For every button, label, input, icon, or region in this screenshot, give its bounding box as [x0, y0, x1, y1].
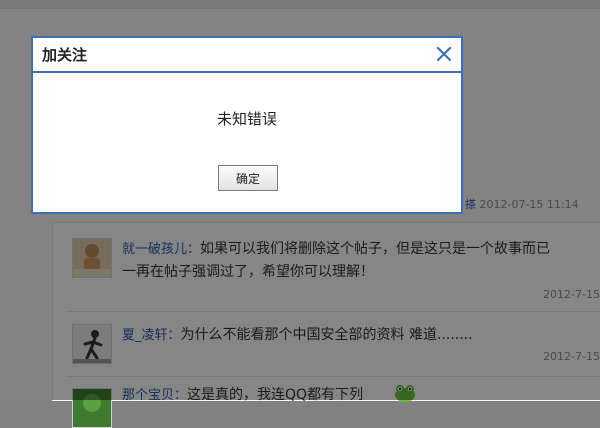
close-button[interactable] [433, 43, 455, 65]
dialog-message: 未知错误 [216, 110, 277, 128]
confirm-button[interactable]: 确定 [218, 165, 278, 191]
close-icon [436, 46, 452, 62]
dialog-title: 加关注 [42, 46, 88, 64]
follow-dialog: 加关注 未知错误 确定 [31, 36, 463, 214]
dialog-titlebar: 加关注 [33, 38, 461, 73]
